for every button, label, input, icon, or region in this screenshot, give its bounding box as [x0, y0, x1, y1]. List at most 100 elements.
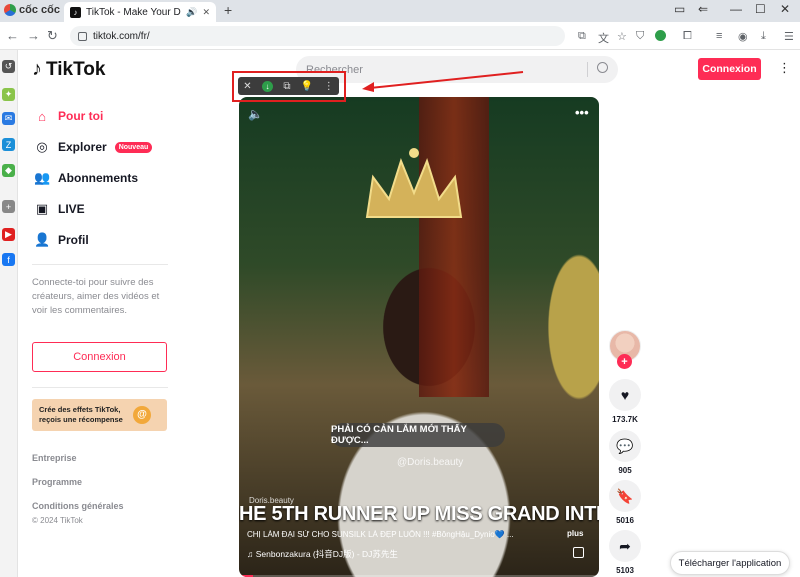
sidebar-item-explore[interactable]: ◎ Explorer Nouveau	[34, 136, 214, 158]
search-icon[interactable]	[597, 62, 608, 73]
browser-tab-tiktok[interactable]: ♪ TikTok - Make Your Day 🔊 ✕	[64, 2, 216, 22]
maximize-icon[interactable]: ☐	[755, 2, 766, 16]
cast-icon[interactable]: ⧉	[578, 30, 586, 43]
comment-button[interactable]: 💬	[609, 430, 641, 462]
sidebar-login-button[interactable]: Connexion	[32, 342, 167, 372]
like-button[interactable]: ♥	[609, 379, 641, 411]
search-divider	[587, 62, 588, 77]
effects-banner-text: Crée des effets TikTok, reçois une récom…	[39, 405, 123, 424]
extensions-icon[interactable]: ⧠	[683, 30, 692, 43]
home-icon: ⌂	[38, 108, 46, 124]
like-count: 173.7K	[612, 415, 638, 424]
share-button[interactable]: ➦	[609, 530, 641, 562]
speaker-icon[interactable]: 🔊	[186, 7, 197, 18]
sidebar-item-for-you[interactable]: ⌂ Pour toi	[34, 105, 214, 127]
share-count: 5103	[616, 566, 634, 575]
video-more-icon[interactable]: •••	[575, 105, 589, 120]
translate-icon[interactable]: 文	[598, 30, 609, 46]
menu-icon[interactable]: ☰	[784, 30, 794, 43]
share-icon: ➦	[619, 537, 631, 554]
sidebar-item-label: LIVE	[58, 202, 85, 216]
footer-link-terms[interactable]: Conditions générales	[32, 501, 124, 511]
sidebar-item-label: Pour toi	[58, 109, 104, 123]
back-icon[interactable]: ←	[6, 28, 19, 43]
effects-banner[interactable]: Crée des effets TikTok, reçois une récom…	[32, 399, 167, 431]
more-options-icon[interactable]: ⋮	[778, 60, 791, 76]
comment-icon: 💬	[616, 437, 634, 454]
profile-icon[interactable]: ◉	[738, 30, 748, 43]
downloads-icon[interactable]: ⤓	[761, 30, 766, 43]
youtube-icon[interactable]: ▶	[2, 228, 15, 241]
back-arrow-icon[interactable]: ⇐	[698, 2, 708, 16]
comment-count: 905	[618, 466, 632, 475]
music-note-icon: ♫	[247, 549, 254, 559]
browser-tab-bar: cốc cốc ♪ TikTok - Make Your Day 🔊 ✕ + ▭…	[0, 0, 800, 22]
messenger-icon[interactable]: ✉	[2, 112, 15, 125]
sidebar-item-profile[interactable]: 👤 Profil	[34, 229, 214, 251]
video-music[interactable]: ♫ Senbonzakura (抖音DJ版) - DJ苏先生	[247, 548, 547, 560]
new-tab-button[interactable]: +	[224, 2, 232, 18]
address-bar[interactable]: tiktok.com/fr/	[70, 26, 565, 46]
video-watermark: @Doris.beauty	[397, 457, 464, 468]
history-icon[interactable]: ↺	[2, 60, 15, 73]
users-icon: 👥	[34, 170, 51, 185]
get-app-button[interactable]: Télécharger l'application	[670, 551, 790, 575]
follow-plus-icon[interactable]: +	[617, 354, 632, 369]
ai-assistant-icon[interactable]: ✦	[2, 88, 15, 101]
close-window-icon[interactable]: ✕	[780, 2, 790, 16]
browser-toolbar: ← → ↻ tiktok.com/fr/ ⧉ 文 ☆ ⛉ ⧠ ≡ ◉ ⤓ ☰	[0, 22, 800, 50]
games-icon[interactable]: ◆	[2, 164, 15, 177]
download-extension-icon[interactable]	[655, 30, 666, 41]
bookmark-icon: 🔖	[616, 487, 634, 504]
sidebar-item-live[interactable]: ▣ LIVE	[34, 198, 214, 220]
coccoc-logo-icon	[4, 4, 16, 16]
shield-icon[interactable]: ⛉	[636, 30, 644, 43]
heart-icon: ♥	[620, 387, 630, 403]
footer-link-company[interactable]: Entreprise	[32, 453, 77, 463]
sidebar-item-label: Abonnements	[58, 171, 139, 185]
save-count: 5016	[616, 516, 634, 525]
video-headline: HE 5TH RUNNER UP MISS GRAND INTER	[239, 503, 599, 525]
sidebar-item-following[interactable]: 👥 Abonnements	[34, 167, 214, 189]
person-icon: 👤	[34, 232, 51, 247]
minimize-icon[interactable]: —	[730, 2, 742, 16]
crown-image	[365, 148, 463, 218]
music-title: Senbonzakura (抖音DJ版) - DJ苏先生	[255, 549, 398, 559]
browser-brand[interactable]: cốc cốc	[4, 4, 60, 16]
browser-side-strip: ↺ ✦ ✉ Z ◆ + ▶ f	[0, 50, 18, 577]
tiktok-note-icon: ♪	[32, 58, 42, 80]
live-icon: ▣	[35, 201, 49, 216]
bookmark-star-icon[interactable]: ☆	[617, 30, 627, 43]
add-panel-icon[interactable]: +	[2, 200, 15, 213]
tiktok-logo-text: TikTok	[46, 58, 106, 80]
annotation-arrow	[362, 71, 524, 92]
sidebar-divider	[32, 264, 168, 265]
url-text: tiktok.com/fr/	[93, 30, 150, 42]
video-description: CHỊ LÀM ĐẠI SỨ CHO SUNSILK LÀ ĐẸP LUÔN !…	[247, 530, 514, 539]
save-button[interactable]: 🔖	[609, 480, 641, 512]
sidebar-divider	[32, 387, 168, 388]
video-player[interactable]: 🔈 ••• PHẢI CÓ CẢN LẮM MỚI THẤY ĐƯỢC... @…	[239, 97, 599, 577]
zalo-icon[interactable]: Z	[2, 138, 15, 151]
close-tab-icon[interactable]: ✕	[202, 7, 210, 18]
lock-icon	[78, 31, 87, 41]
facebook-icon[interactable]: f	[2, 253, 15, 266]
see-more-link[interactable]: plus	[567, 529, 583, 538]
header-login-button[interactable]: Connexion	[698, 58, 761, 80]
volume-icon[interactable]: 🔈	[248, 107, 263, 121]
effects-coin-icon: @	[133, 406, 151, 424]
sidebar-item-label: Explorer	[58, 140, 107, 154]
login-prompt-text: Connecte-toi pour suivre des créateurs, …	[32, 277, 160, 316]
video-caption: PHẢI CÓ CẢN LẮM MỚI THẤY ĐƯỢC...	[331, 423, 505, 447]
compass-icon: ◎	[36, 139, 48, 154]
forward-icon[interactable]: →	[27, 28, 40, 43]
highlight-box	[232, 71, 346, 102]
sidebar-item-label: Profil	[58, 233, 89, 247]
reload-icon[interactable]: ↻	[47, 28, 58, 44]
tiktok-logo[interactable]: ♪ TikTok	[32, 58, 105, 81]
window-tile-icon[interactable]: ▭	[674, 2, 685, 16]
reading-list-icon[interactable]: ≡	[716, 30, 722, 42]
picture-in-picture-icon[interactable]	[573, 547, 584, 558]
new-badge: Nouveau	[114, 141, 153, 153]
footer-link-program[interactable]: Programme	[32, 477, 82, 487]
